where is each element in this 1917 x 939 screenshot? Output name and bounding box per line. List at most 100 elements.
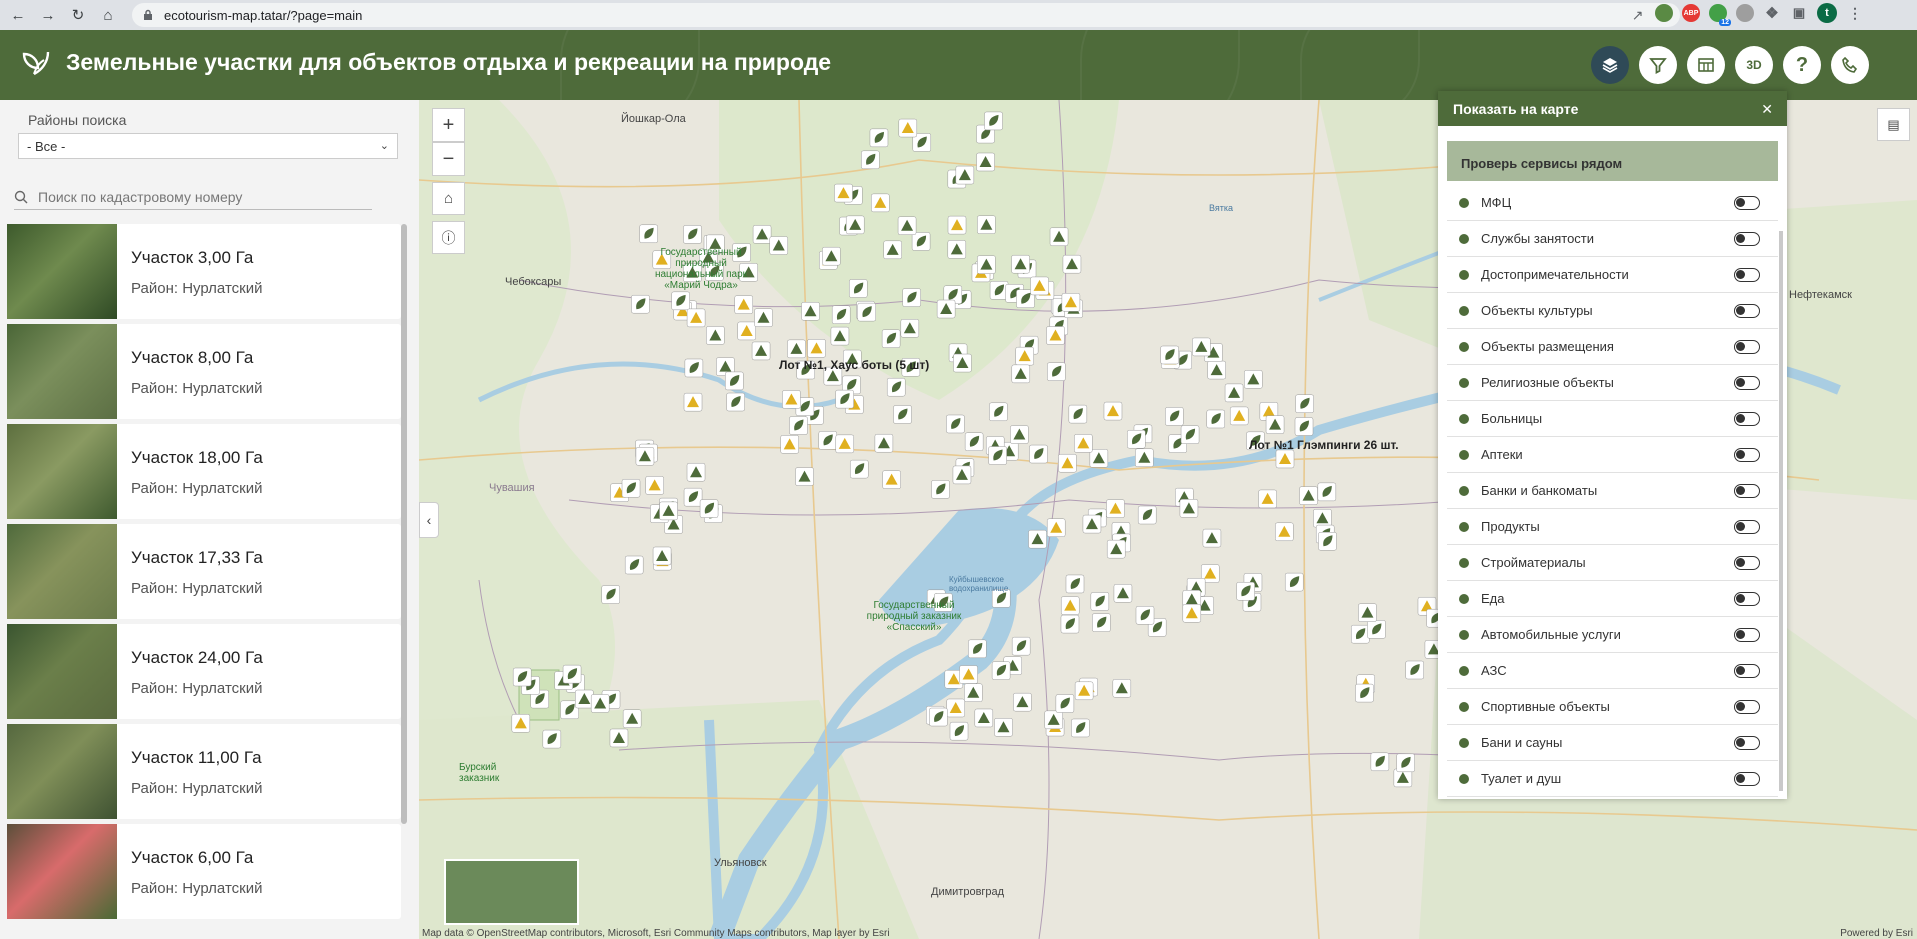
plot-card[interactable]: Участок 18,00 Га Район: Нурлатский	[7, 424, 401, 519]
camp-marker-icon[interactable]	[898, 118, 918, 138]
camp-marker-icon[interactable]	[1103, 401, 1123, 421]
camp-marker-icon[interactable]	[609, 728, 629, 748]
camp-marker-icon[interactable]	[1192, 337, 1211, 357]
camp-marker-icon[interactable]	[871, 193, 890, 213]
layer-toggle[interactable]	[1734, 556, 1760, 570]
share-icon[interactable]: ↗	[1632, 7, 1644, 24]
leaf-marker-icon[interactable]	[835, 389, 854, 409]
leaf-marker-icon[interactable]	[1317, 482, 1337, 502]
list-scrollbar[interactable]	[401, 224, 407, 824]
sidepanel-icon[interactable]: ▣	[1790, 4, 1808, 22]
leaf-marker-icon[interactable]	[1090, 592, 1110, 611]
leaf-marker-icon[interactable]	[542, 729, 562, 749]
camp-marker-icon[interactable]	[845, 215, 865, 235]
camp-marker-icon[interactable]	[659, 501, 678, 521]
camp-marker-icon[interactable]	[959, 665, 978, 684]
leaf-marker-icon[interactable]	[1071, 718, 1090, 738]
grammar-extension-icon[interactable]: 12	[1709, 4, 1731, 26]
camp-marker-icon[interactable]	[511, 714, 531, 733]
leaf-marker-icon[interactable]	[988, 446, 1007, 465]
leaf-marker-icon[interactable]	[1396, 753, 1415, 773]
camp-marker-icon[interactable]	[897, 216, 917, 235]
camp-marker-icon[interactable]	[1265, 415, 1285, 434]
collapse-sidebar-button[interactable]: ‹	[419, 502, 439, 538]
layers-button[interactable]	[1591, 46, 1629, 84]
camp-marker-icon[interactable]	[882, 470, 901, 489]
camp-marker-icon[interactable]	[769, 236, 789, 255]
camp-marker-icon[interactable]	[801, 302, 820, 321]
help-button[interactable]: ?	[1783, 46, 1821, 84]
camp-marker-icon[interactable]	[1358, 603, 1377, 622]
leaf-marker-icon[interactable]	[968, 639, 987, 659]
leaf-marker-icon[interactable]	[621, 478, 641, 498]
camp-marker-icon[interactable]	[575, 689, 594, 709]
camp-marker-icon[interactable]	[1049, 227, 1069, 247]
layer-toggle[interactable]	[1734, 736, 1760, 750]
camp-marker-icon[interactable]	[874, 433, 894, 453]
camp-marker-icon[interactable]	[787, 339, 806, 359]
leaf-marker-icon[interactable]	[639, 224, 658, 244]
layer-toggle[interactable]	[1734, 664, 1760, 678]
camp-marker-icon[interactable]	[683, 392, 703, 412]
camp-marker-icon[interactable]	[734, 295, 753, 314]
camp-marker-icon[interactable]	[1313, 508, 1332, 528]
camp-marker-icon[interactable]	[1010, 425, 1029, 444]
camp-marker-icon[interactable]	[830, 326, 850, 346]
camp-marker-icon[interactable]	[686, 308, 706, 328]
zoom-in-button[interactable]: +	[432, 108, 465, 142]
leaf-marker-icon[interactable]	[1294, 417, 1314, 436]
layer-toggle[interactable]	[1734, 376, 1760, 390]
camp-marker-icon[interactable]	[974, 708, 994, 728]
leaf-marker-icon[interactable]	[512, 667, 532, 687]
camp-marker-icon[interactable]	[1046, 518, 1066, 537]
profile-avatar[interactable]: t	[1817, 3, 1837, 23]
leaf-marker-icon[interactable]	[1367, 620, 1386, 639]
camp-marker-icon[interactable]	[622, 709, 642, 728]
leaf-marker-icon[interactable]	[1405, 660, 1424, 680]
layer-toggle[interactable]	[1734, 340, 1760, 354]
leaf-marker-icon[interactable]	[1029, 444, 1048, 464]
menu-icon[interactable]: ⋮	[1846, 4, 1864, 22]
leaf-marker-icon[interactable]	[624, 555, 644, 575]
camp-marker-icon[interactable]	[635, 447, 655, 466]
logo-leaf-icon[interactable]	[18, 46, 54, 82]
close-icon[interactable]: ✕	[1761, 101, 1773, 118]
camp-marker-icon[interactable]	[780, 435, 799, 454]
leaf-marker-icon[interactable]	[725, 371, 744, 391]
camp-marker-icon[interactable]	[1258, 489, 1277, 509]
camp-marker-icon[interactable]	[706, 326, 725, 345]
search-input[interactable]: Поиск по кадастровому номеру	[38, 189, 242, 205]
measure-button[interactable]: ▤	[1877, 108, 1910, 141]
camp-marker-icon[interactable]	[1074, 434, 1093, 453]
camp-marker-icon[interactable]	[1030, 276, 1049, 296]
camp-marker-icon[interactable]	[1275, 522, 1294, 542]
leaf-marker-icon[interactable]	[886, 377, 906, 397]
cadastral-search[interactable]: Поиск по кадастровому номеру	[14, 184, 372, 210]
phone-button[interactable]	[1831, 46, 1869, 84]
leaf-marker-icon[interactable]	[893, 405, 912, 424]
leaf-marker-icon[interactable]	[1180, 425, 1200, 444]
plot-card[interactable]: Участок 24,00 Га Район: Нурлатский	[7, 624, 401, 719]
camp-marker-icon[interactable]	[1113, 584, 1133, 603]
leaf-marker-icon[interactable]	[1236, 581, 1255, 601]
camp-marker-icon[interactable]	[807, 339, 826, 358]
camp-marker-icon[interactable]	[1202, 528, 1222, 548]
camp-marker-icon[interactable]	[1229, 406, 1249, 426]
camp-marker-icon[interactable]	[964, 683, 983, 702]
leaf-marker-icon[interactable]	[1351, 624, 1370, 644]
leaf-marker-icon[interactable]	[1137, 505, 1157, 525]
district-select[interactable]: - Все - ⌄	[18, 133, 398, 159]
camp-marker-icon[interactable]	[590, 694, 610, 713]
camp-marker-icon[interactable]	[936, 299, 956, 319]
layer-toggle[interactable]	[1734, 448, 1760, 462]
leaf-marker-icon[interactable]	[601, 585, 620, 604]
camp-marker-icon[interactable]	[835, 434, 855, 454]
leaf-marker-icon[interactable]	[1060, 614, 1080, 634]
layer-toggle[interactable]	[1734, 268, 1760, 282]
camp-marker-icon[interactable]	[947, 240, 967, 259]
leaf-marker-icon[interactable]	[831, 305, 851, 324]
camp-marker-icon[interactable]	[1179, 499, 1199, 518]
layer-toggle[interactable]	[1734, 196, 1760, 210]
plot-card[interactable]: Участок 8,00 Га Район: Нурлатский	[7, 324, 401, 419]
leaf-marker-icon[interactable]	[1160, 345, 1179, 365]
